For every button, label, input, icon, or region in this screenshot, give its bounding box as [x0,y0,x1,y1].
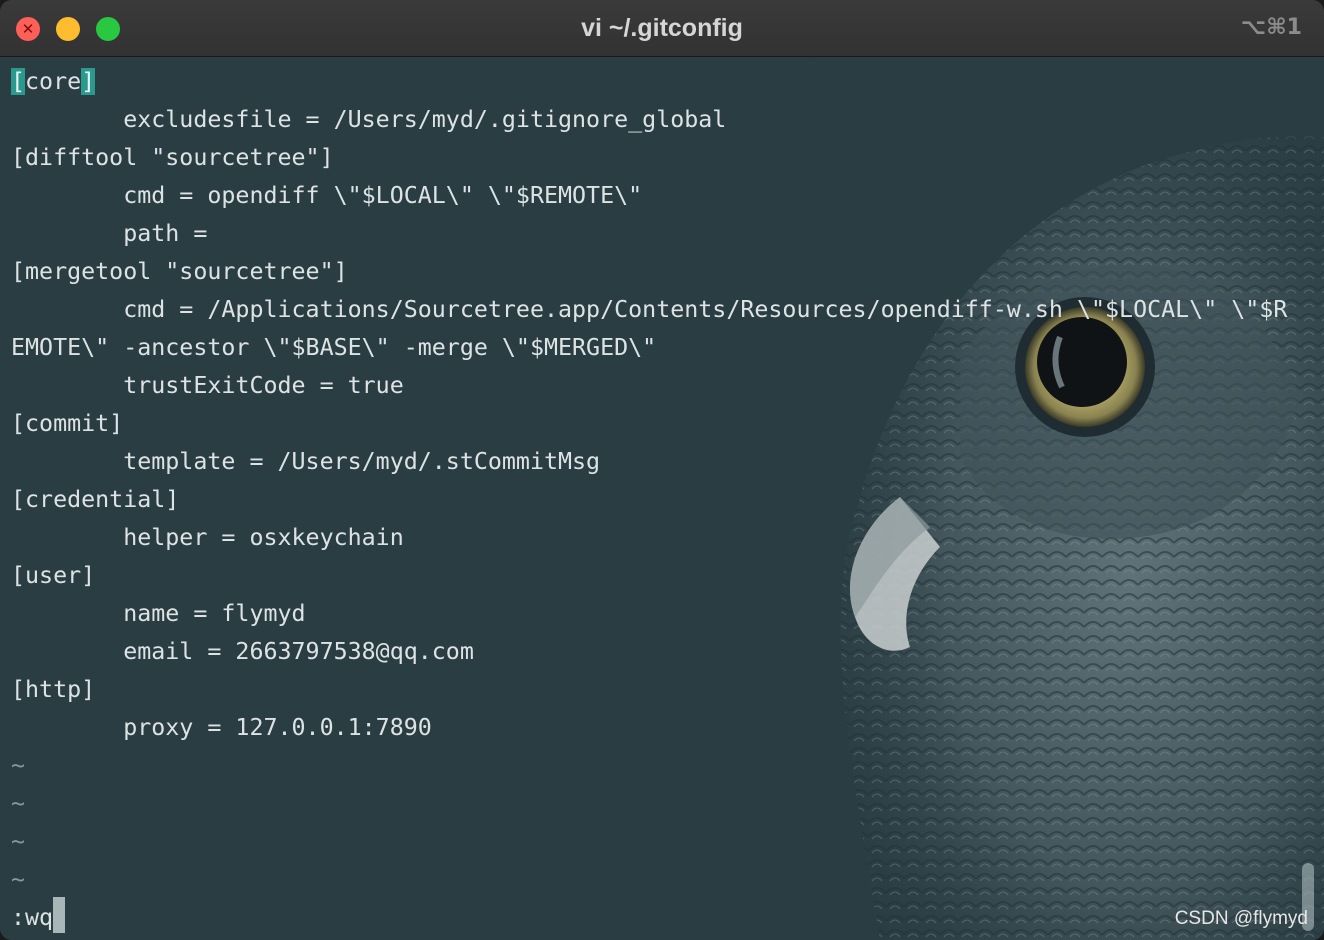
editor-line: email = 2663797538@qq.com [11,638,474,665]
editor-line: [mergetool "sourcetree"] [11,258,348,285]
terminal-window: ✕ vi ~/.gitconfig ⌥⌘1 [core] excludesfil… [0,0,1324,940]
editor-line: [commit] [11,410,124,437]
editor-line: helper = osxkeychain [11,524,404,551]
editor-line: cmd = opendiff \"$LOCAL\" \"$REMOTE\" [11,182,643,209]
watermark: CSDN @flymyd [1174,908,1308,929]
editor-line: [core] [11,63,1287,101]
editor-line: trustExitCode = true [11,372,404,399]
editor-line: template = /Users/myd/.stCommitMsg [11,448,601,475]
window-title: vi ~/.gitconfig [581,14,743,42]
command-line[interactable]: :wq [11,897,1287,937]
editor-line: proxy = 127.0.0.1:7890 [11,714,432,741]
terminal-content[interactable]: [core] excludesfile = /Users/myd/.gitign… [0,57,1324,940]
empty-line-marker: ~ [11,752,26,779]
editor-line: [difftool "sourcetree"] [11,144,334,171]
editor-line: [http] [11,676,96,703]
editor-line: [user] [11,562,96,589]
section-name: core [25,68,82,95]
command-text: :wq [11,904,54,931]
bracket-match-highlight: [ [11,68,26,95]
text-cursor [53,897,66,933]
window-shortcut: ⌥⌘1 [1240,15,1302,40]
editor-line: name = flymyd [11,600,306,627]
editor-line: cmd = /Applications/Sourcetree.app/Conte… [11,296,1288,323]
editor-buffer[interactable]: [core] excludesfile = /Users/myd/.gitign… [11,63,1287,937]
editor-line: [credential] [11,486,180,513]
editor-line: excludesfile = /Users/myd/.gitignore_glo… [11,106,727,133]
bracket-match-highlight: ] [81,68,96,95]
editor-line: path = [11,220,208,247]
empty-line-marker: ~ [11,866,26,893]
editor-line: EMOTE\" -ancestor \"$BASE\" -merge \"$ME… [11,334,657,361]
empty-line-marker: ~ [11,828,26,855]
empty-line-marker: ~ [11,790,26,817]
title-bar: ✕ vi ~/.gitconfig ⌥⌘1 [0,0,1324,57]
